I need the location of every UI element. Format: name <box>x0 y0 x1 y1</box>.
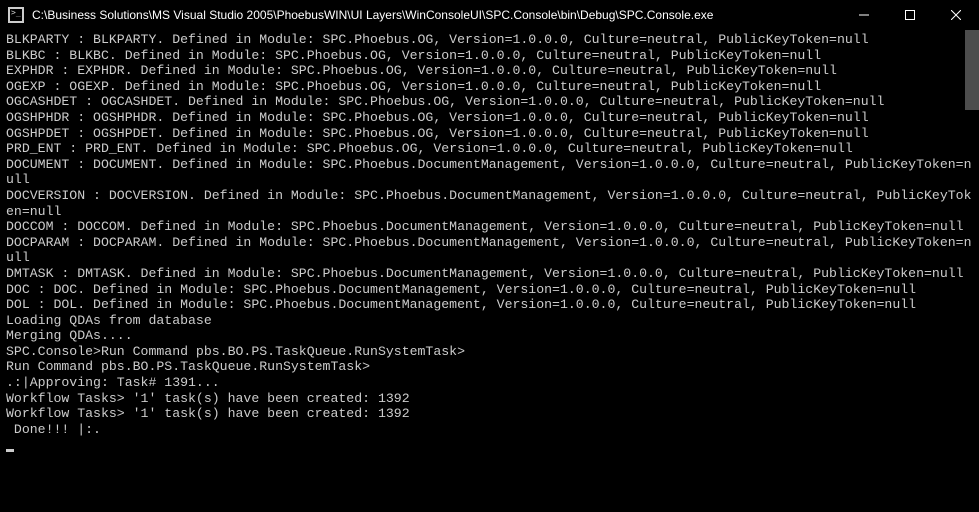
console-line: PRD_ENT : PRD_ENT. Defined in Module: SP… <box>6 141 853 156</box>
console-line: DOCCOM : DOCCOM. Defined in Module: SPC.… <box>6 219 964 234</box>
window-title: C:\Business Solutions\MS Visual Studio 2… <box>32 8 841 22</box>
console-line: OGSHPDET : OGSHPDET. Defined in Module: … <box>6 126 869 141</box>
console-line: OGSHPHDR : OGSHPHDR. Defined in Module: … <box>6 110 869 125</box>
console-line: BLKBC : BLKBC. Defined in Module: SPC.Ph… <box>6 48 821 63</box>
console-line: OGEXP : OGEXP. Defined in Module: SPC.Ph… <box>6 79 821 94</box>
minimize-button[interactable] <box>841 0 887 30</box>
console-line: DOL : DOL. Defined in Module: SPC.Phoebu… <box>6 297 916 312</box>
console-line: Workflow Tasks> '1' task(s) have been cr… <box>6 406 410 421</box>
minimize-icon <box>859 10 869 20</box>
console-line: DOCUMENT : DOCUMENT. Defined in Module: … <box>6 157 971 188</box>
titlebar[interactable]: C:\Business Solutions\MS Visual Studio 2… <box>0 0 979 30</box>
app-icon <box>8 7 24 23</box>
console-line: SPC.Console>Run Command pbs.BO.PS.TaskQu… <box>6 344 465 359</box>
console-line: Merging QDAs.... <box>6 328 133 343</box>
console-line: EXPHDR : EXPHDR. Defined in Module: SPC.… <box>6 63 837 78</box>
console-line: DOC : DOC. Defined in Module: SPC.Phoebu… <box>6 282 916 297</box>
vertical-scrollbar[interactable] <box>965 30 979 110</box>
console-line: OGCASHDET : OGCASHDET. Defined in Module… <box>6 94 884 109</box>
console-line: .:|Approving: Task# 1391... <box>6 375 220 390</box>
console-window: C:\Business Solutions\MS Visual Studio 2… <box>0 0 979 512</box>
window-controls <box>841 0 979 30</box>
console-line: Done!!! |:. <box>6 422 101 437</box>
console-line: DOCPARAM : DOCPARAM. Defined in Module: … <box>6 235 971 266</box>
console-line: DMTASK : DMTASK. Defined in Module: SPC.… <box>6 266 964 281</box>
close-button[interactable] <box>933 0 979 30</box>
console-line: BLKPARTY : BLKPARTY. Defined in Module: … <box>6 32 869 47</box>
console-line: DOCVERSION : DOCVERSION. Defined in Modu… <box>6 188 971 219</box>
console-output[interactable]: BLKPARTY : BLKPARTY. Defined in Module: … <box>0 30 979 512</box>
close-icon <box>951 10 961 20</box>
console-line: Loading QDAs from database <box>6 313 212 328</box>
console-line: Workflow Tasks> '1' task(s) have been cr… <box>6 391 410 406</box>
console-line: Run Command pbs.BO.PS.TaskQueue.RunSyste… <box>6 359 370 374</box>
maximize-button[interactable] <box>887 0 933 30</box>
cursor <box>6 449 14 452</box>
maximize-icon <box>905 10 915 20</box>
